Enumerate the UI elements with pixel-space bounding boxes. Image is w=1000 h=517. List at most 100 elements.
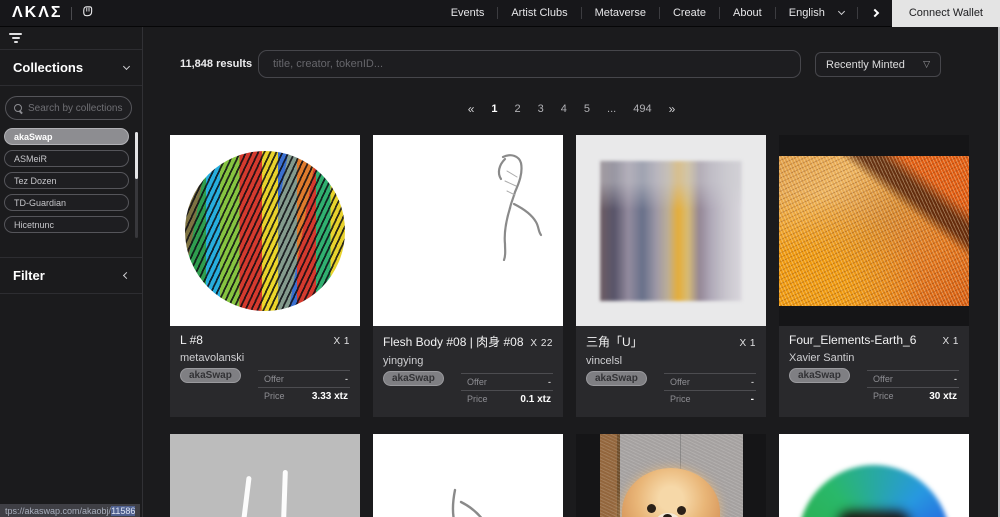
nft-grid: L #8 X 1 metavolanski akaSwap Offer - Pri…	[170, 135, 969, 517]
nft-creator[interactable]: metavolanski	[180, 352, 350, 364]
nft-card-partial-2[interactable]	[373, 434, 563, 517]
nft-card-partial-4[interactable]	[779, 434, 969, 517]
nft-creator[interactable]: vincelsl	[586, 355, 756, 367]
pagination-page-1[interactable]: 1	[491, 103, 497, 115]
price-box: Offer - Price -	[664, 373, 756, 408]
token-search-box	[258, 50, 801, 78]
collections-list: akaSwap ASMeiR Tez Dozen TD-Guardian Hic…	[0, 128, 142, 244]
nft-image	[779, 434, 969, 517]
brush-stroke-art	[241, 475, 252, 517]
collection-item-td-guardian[interactable]: TD-Guardian	[4, 194, 129, 211]
collections-search-input[interactable]	[28, 102, 123, 114]
chevron-left-icon	[122, 271, 131, 280]
pagination-page-2[interactable]: 2	[515, 103, 521, 115]
nft-image	[779, 135, 969, 326]
collections-scrollbar-thumb[interactable]	[135, 132, 138, 179]
nft-editions: X 1	[739, 338, 756, 349]
nft-card-info: Four_Elements-Earth_6 X 1 Xavier Santin …	[779, 326, 969, 414]
collection-badge[interactable]: akaSwap	[586, 371, 647, 386]
nft-image	[170, 434, 360, 517]
nft-card-four-elements-earth[interactable]: Four_Elements-Earth_6 X 1 Xavier Santin …	[779, 135, 969, 417]
price-value: 0.1 xtz	[520, 394, 551, 405]
link-url-text: tps://akaswap.com/akaobj/	[5, 505, 112, 516]
nft-card-partial-3[interactable]	[576, 434, 766, 517]
collection-badge[interactable]: akaSwap	[789, 368, 850, 383]
nav-create[interactable]: Create	[660, 7, 719, 19]
nft-editions: X 1	[942, 336, 959, 347]
nft-card-info: L #8 X 1 metavolanski akaSwap Offer - Pri…	[170, 326, 360, 414]
price-value: 3.33 xtz	[311, 391, 348, 402]
fist-icon	[80, 3, 95, 23]
dog-ear	[630, 458, 645, 463]
token-search-input[interactable]	[259, 58, 800, 70]
pagination-page-4[interactable]: 4	[561, 103, 567, 115]
nav-metaverse[interactable]: Metaverse	[582, 7, 659, 19]
pagination-first[interactable]: «	[468, 102, 475, 116]
price-value: 30 xtz	[929, 391, 957, 402]
nft-card-l-8[interactable]: L #8 X 1 metavolanski akaSwap Offer - Pri…	[170, 135, 360, 417]
pagination-last[interactable]: »	[669, 102, 676, 116]
nft-editions: X 22	[530, 338, 553, 349]
pagination-ellipsis: ...	[607, 103, 617, 115]
pagination-page-494[interactable]: 494	[633, 103, 651, 115]
price-label: Price	[467, 394, 488, 404]
dog-photo-art	[599, 434, 743, 517]
sort-dropdown[interactable]: Recently Minted ▽	[815, 52, 941, 77]
nft-creator[interactable]: Xavier Santin	[789, 352, 959, 364]
offer-value: -	[548, 377, 551, 387]
nft-image	[170, 135, 360, 326]
language-dropdown[interactable]: English	[776, 7, 857, 19]
nav-about[interactable]: About	[720, 7, 775, 19]
nft-card-triangle-u[interactable]: 三角「U」 X 1 vincelsl akaSwap Offer - Price -	[576, 135, 766, 417]
collection-item-akaswap[interactable]: akaSwap	[4, 128, 129, 145]
price-box: Offer - Price 3.33 xtz	[258, 370, 350, 405]
sidebar-filter-row	[0, 27, 142, 50]
filter-section-header[interactable]: Filter	[0, 257, 142, 294]
sort-selected-value: Recently Minted	[826, 58, 905, 71]
rainbow-stripe-circle-art	[185, 150, 345, 311]
nft-title: L #8	[180, 333, 203, 347]
collections-header[interactable]: Collections	[0, 50, 142, 86]
collection-item-asmeir[interactable]: ASMeiR	[4, 150, 129, 167]
dog-eye	[646, 504, 656, 513]
link-preview-tooltip: tps://akaswap.com/akaobj/11586	[0, 504, 141, 517]
nft-card-partial-1[interactable]	[170, 434, 360, 517]
dog-body	[621, 468, 720, 517]
blurred-stripes-art	[600, 160, 742, 301]
pagination-page-3[interactable]: 3	[538, 103, 544, 115]
filter-funnel-icon[interactable]	[9, 33, 22, 43]
pagination-page-5[interactable]: 5	[584, 103, 590, 115]
price-label: Price	[670, 394, 691, 404]
offer-value: -	[751, 377, 754, 387]
collection-item-hicetnunc[interactable]: Hicetnunc	[4, 216, 129, 233]
nft-creator[interactable]: yingying	[383, 355, 553, 367]
akaswap-marketplace-page: ΛΚΛΣ Events Artist Clubs Metaverse Creat…	[0, 0, 1000, 517]
nft-editions: X 1	[333, 336, 350, 347]
pagination: « 1 2 3 4 5 ... 494 »	[143, 101, 1000, 117]
search-icon	[14, 103, 23, 113]
rainbow-blob-art	[798, 464, 950, 517]
dog-ear	[692, 456, 707, 460]
offer-value: -	[345, 374, 348, 384]
logo[interactable]: ΛΚΛΣ	[0, 3, 95, 23]
blob-dark-core	[838, 510, 910, 517]
nft-card-info: 三角「U」 X 1 vincelsl akaSwap Offer - Price -	[576, 326, 766, 417]
nft-title: 三角「U」	[586, 335, 643, 349]
nav-artist-clubs[interactable]: Artist Clubs	[498, 7, 580, 19]
connect-wallet-button[interactable]: Connect Wallet	[891, 0, 1000, 27]
offer-label: Offer	[873, 374, 893, 384]
collection-item-tez-dozen[interactable]: Tez Dozen	[4, 172, 129, 189]
navbar-collapse-button[interactable]	[858, 8, 892, 18]
offer-label: Offer	[670, 377, 690, 387]
price-label: Price	[264, 391, 285, 401]
nft-card-flesh-body[interactable]: Flesh Body #08 | 肉身 #08 X 22 yingying ak…	[373, 135, 563, 417]
nft-image	[373, 135, 563, 326]
price-label: Price	[873, 391, 894, 401]
nav-events[interactable]: Events	[438, 7, 498, 19]
collections-header-label: Collections	[13, 60, 84, 75]
collection-badge[interactable]: akaSwap	[383, 371, 444, 386]
nft-image	[576, 135, 766, 326]
collection-badge[interactable]: akaSwap	[180, 368, 241, 383]
logo-text: ΛΚΛΣ	[12, 4, 63, 21]
collections-search-box	[5, 96, 132, 120]
